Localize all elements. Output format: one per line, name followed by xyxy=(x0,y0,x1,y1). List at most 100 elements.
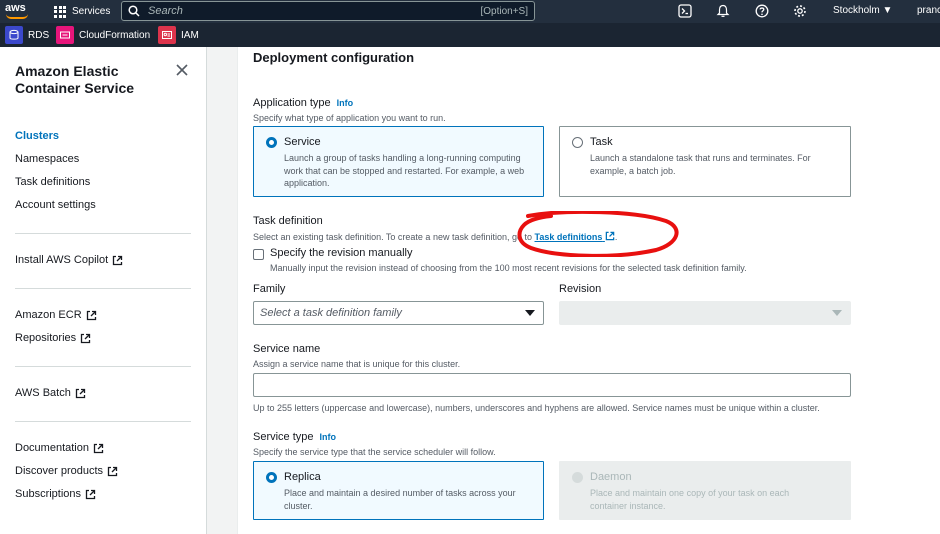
favorite-rds[interactable]: RDS xyxy=(5,26,49,44)
description-text: Select an existing task definition. To c… xyxy=(253,232,532,242)
sidebar-item-discover-products[interactable]: Discover products xyxy=(15,465,118,477)
external-link-icon xyxy=(75,388,85,398)
user-label: pranc xyxy=(917,5,940,16)
option-description: Place and maintain one copy of your task… xyxy=(590,488,790,511)
checkbox-label: Specify the revision manually xyxy=(270,247,413,259)
sidebar-item-namespaces[interactable]: Namespaces xyxy=(15,153,79,165)
favorite-label: IAM xyxy=(181,29,199,41)
favorite-label: CloudFormation xyxy=(79,29,151,41)
sidebar-item-label: Discover products xyxy=(15,465,104,477)
sidebar-item-label: Namespaces xyxy=(15,153,80,165)
settings-icon[interactable] xyxy=(793,4,807,18)
sidebar-item-subscriptions[interactable]: Subscriptions xyxy=(15,488,96,500)
option-title: Task xyxy=(590,136,613,148)
favorite-iam[interactable]: IAM xyxy=(158,26,199,44)
search-shortcut: [Option+S] xyxy=(480,5,528,17)
sidebar-item-label: Install AWS Copilot xyxy=(15,254,109,266)
service-type-replica-option[interactable]: Replica Place and maintain a desired num… xyxy=(253,461,544,520)
sidebar-item-label: Task definitions xyxy=(15,176,91,188)
task-radio[interactable] xyxy=(572,137,583,148)
account-menu[interactable]: pranc xyxy=(917,5,940,16)
caret-down-icon xyxy=(525,310,535,316)
favorites-bar: RDS CloudFormation IAM xyxy=(0,23,940,47)
info-link[interactable]: Info xyxy=(320,432,337,442)
family-label: Family xyxy=(253,283,286,295)
service-name-label: Service name xyxy=(253,343,321,355)
services-label: Services xyxy=(72,6,111,17)
specify-revision-checkbox[interactable] xyxy=(253,249,264,260)
external-link-icon xyxy=(112,255,123,265)
option-title: Daemon xyxy=(590,471,632,483)
sidebar-item-amazon-ecr[interactable]: Amazon ECR xyxy=(15,309,97,321)
revision-label: Revision xyxy=(559,283,602,295)
grid-icon xyxy=(54,5,66,18)
service-type-daemon-option: Daemon Place and maintain one copy of yo… xyxy=(559,461,851,520)
section-title: Deployment configuration xyxy=(253,50,415,65)
family-select[interactable]: Select a task definition family xyxy=(253,301,544,325)
cloudshell-icon[interactable] xyxy=(678,4,692,18)
search-input[interactable]: Search [Option+S] xyxy=(121,1,535,21)
task-definition-label: Task definition xyxy=(253,215,323,227)
close-icon[interactable] xyxy=(175,63,189,77)
sidebar-divider xyxy=(15,233,191,234)
help-icon[interactable] xyxy=(755,4,769,18)
sidebar-item-account-settings[interactable]: Account settings xyxy=(15,199,96,211)
application-type-service-option[interactable]: Service Launch a group of tasks handling… xyxy=(253,126,544,197)
external-link-icon xyxy=(86,310,96,320)
aws-logo[interactable]: aws xyxy=(5,2,31,20)
sidebar-item-label: Subscriptions xyxy=(15,488,82,500)
iam-icon xyxy=(158,26,176,44)
external-link-icon xyxy=(107,466,118,476)
option-description: Place and maintain a desired number of t… xyxy=(284,488,516,511)
services-menu-button[interactable]: Services xyxy=(54,3,110,20)
service-name-description: Assign a service name that is unique for… xyxy=(253,359,461,369)
search-icon xyxy=(128,5,140,17)
replica-radio[interactable] xyxy=(266,472,277,483)
sidebar-divider xyxy=(15,288,191,289)
sidebar-item-label: Clusters xyxy=(15,130,60,142)
sidebar-item-install-copilot[interactable]: Install AWS Copilot xyxy=(15,254,123,266)
sidebar-title: Amazon Elastic Container Service xyxy=(15,63,135,96)
external-link-icon xyxy=(85,489,96,499)
service-type-label: Service type Info xyxy=(253,431,336,443)
sidebar-item-clusters[interactable]: Clusters xyxy=(15,130,59,142)
external-link-icon xyxy=(80,333,91,343)
sidebar-item-repositories[interactable]: Repositories xyxy=(15,332,91,344)
sidebar-item-task-definitions[interactable]: Task definitions xyxy=(15,176,90,188)
region-selector[interactable]: Stockholm ▼ xyxy=(833,5,892,16)
main-content: Deployment configuration Application typ… xyxy=(207,47,940,534)
region-label: Stockholm xyxy=(833,5,880,16)
favorite-label: RDS xyxy=(28,29,50,41)
aws-logo-text: aws xyxy=(5,2,26,14)
revision-select xyxy=(559,301,851,325)
service-type-description: Specify the service type that the servic… xyxy=(253,447,496,457)
field-label: Service type xyxy=(253,431,314,443)
caret-down-icon xyxy=(832,310,842,316)
info-link[interactable]: Info xyxy=(337,98,354,108)
search-placeholder: Search xyxy=(148,5,183,17)
sidebar-item-aws-batch[interactable]: AWS Batch xyxy=(15,387,86,399)
application-type-label: Application type Info xyxy=(253,97,353,109)
caret-down-icon: ▼ xyxy=(882,5,893,16)
daemon-radio xyxy=(572,472,583,483)
notifications-icon[interactable] xyxy=(716,4,730,18)
option-description: Launch a group of tasks handling a long-… xyxy=(284,153,525,188)
service-radio[interactable] xyxy=(266,137,277,148)
application-type-description: Specify what type of application you wan… xyxy=(253,113,446,123)
sidebar-item-label: Repositories xyxy=(15,332,77,344)
service-name-input[interactable] xyxy=(253,373,851,397)
annotation-circle xyxy=(517,211,679,257)
application-type-task-option[interactable]: Task Launch a standalone task that runs … xyxy=(559,126,851,197)
sidebar-divider xyxy=(15,366,191,367)
sidebar-item-documentation[interactable]: Documentation xyxy=(15,442,104,454)
sidebar-item-label: Documentation xyxy=(15,442,89,454)
sidebar-item-label: Amazon ECR xyxy=(15,309,82,321)
sidebar-item-label: AWS Batch xyxy=(15,387,71,399)
favorite-cloudformation[interactable]: CloudFormation xyxy=(56,26,150,44)
option-description: Launch a standalone task that runs and t… xyxy=(590,153,811,176)
family-placeholder: Select a task definition family xyxy=(260,307,402,319)
option-title: Service xyxy=(284,136,321,148)
cloudformation-icon xyxy=(56,26,74,44)
service-name-hint: Up to 255 letters (uppercase and lowerca… xyxy=(253,403,820,413)
deployment-configuration-panel: Deployment configuration Application typ… xyxy=(237,47,940,534)
